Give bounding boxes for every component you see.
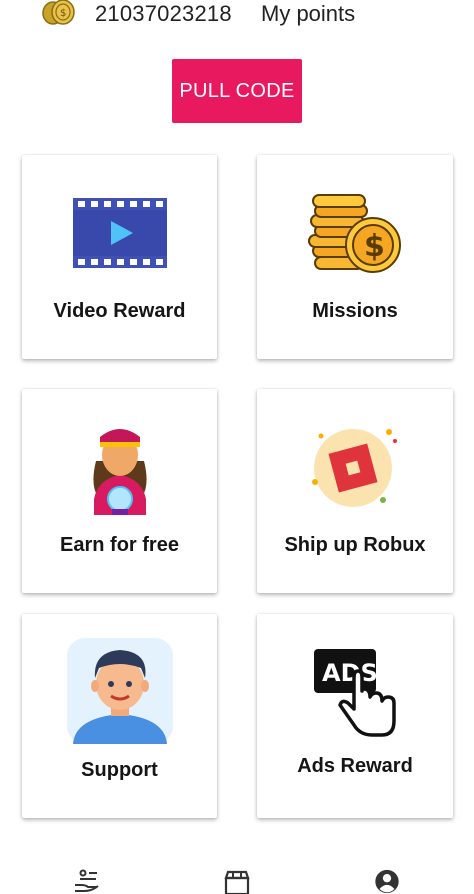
- video-film-icon: [72, 198, 167, 273]
- header: $ 21037023218 My points: [0, 0, 474, 30]
- ads-tap-icon: ADS: [310, 647, 400, 744]
- card-label: Ads Reward: [297, 755, 413, 777]
- video-reward-card[interactable]: Video Reward: [22, 155, 217, 359]
- fortune-teller-icon: [84, 415, 156, 520]
- profile-icon[interactable]: [372, 869, 402, 894]
- coins-icon: $: [40, 0, 78, 26]
- card-label: Support: [81, 759, 158, 781]
- bottom-nav: [0, 860, 474, 894]
- shop-icon[interactable]: [222, 869, 252, 894]
- card-label: Video Reward: [53, 300, 186, 322]
- ads-reward-card[interactable]: ADS Ads Reward: [257, 614, 453, 818]
- card-label: Earn for free: [60, 534, 179, 556]
- card-label: Missions: [312, 300, 398, 322]
- svg-text:ADS: ADS: [322, 659, 378, 687]
- svg-text:$: $: [364, 229, 385, 264]
- coin-stack-icon: $: [307, 193, 403, 282]
- ship-up-robux-card[interactable]: Ship up Robux: [257, 389, 453, 593]
- support-avatar-icon: [66, 638, 173, 749]
- svg-text:$: $: [60, 8, 66, 19]
- earn-hand-icon[interactable]: [72, 869, 102, 894]
- earn-for-free-card[interactable]: Earn for free: [22, 389, 217, 593]
- support-card[interactable]: Support: [22, 614, 217, 818]
- card-label: Ship up Robux: [284, 534, 426, 556]
- pull-code-button[interactable]: PULL CODE: [172, 59, 302, 123]
- missions-card[interactable]: $ Missions: [257, 155, 453, 359]
- points-label: My points: [261, 1, 356, 26]
- robux-icon: [309, 424, 401, 515]
- points-value: 21037023218: [95, 1, 232, 26]
